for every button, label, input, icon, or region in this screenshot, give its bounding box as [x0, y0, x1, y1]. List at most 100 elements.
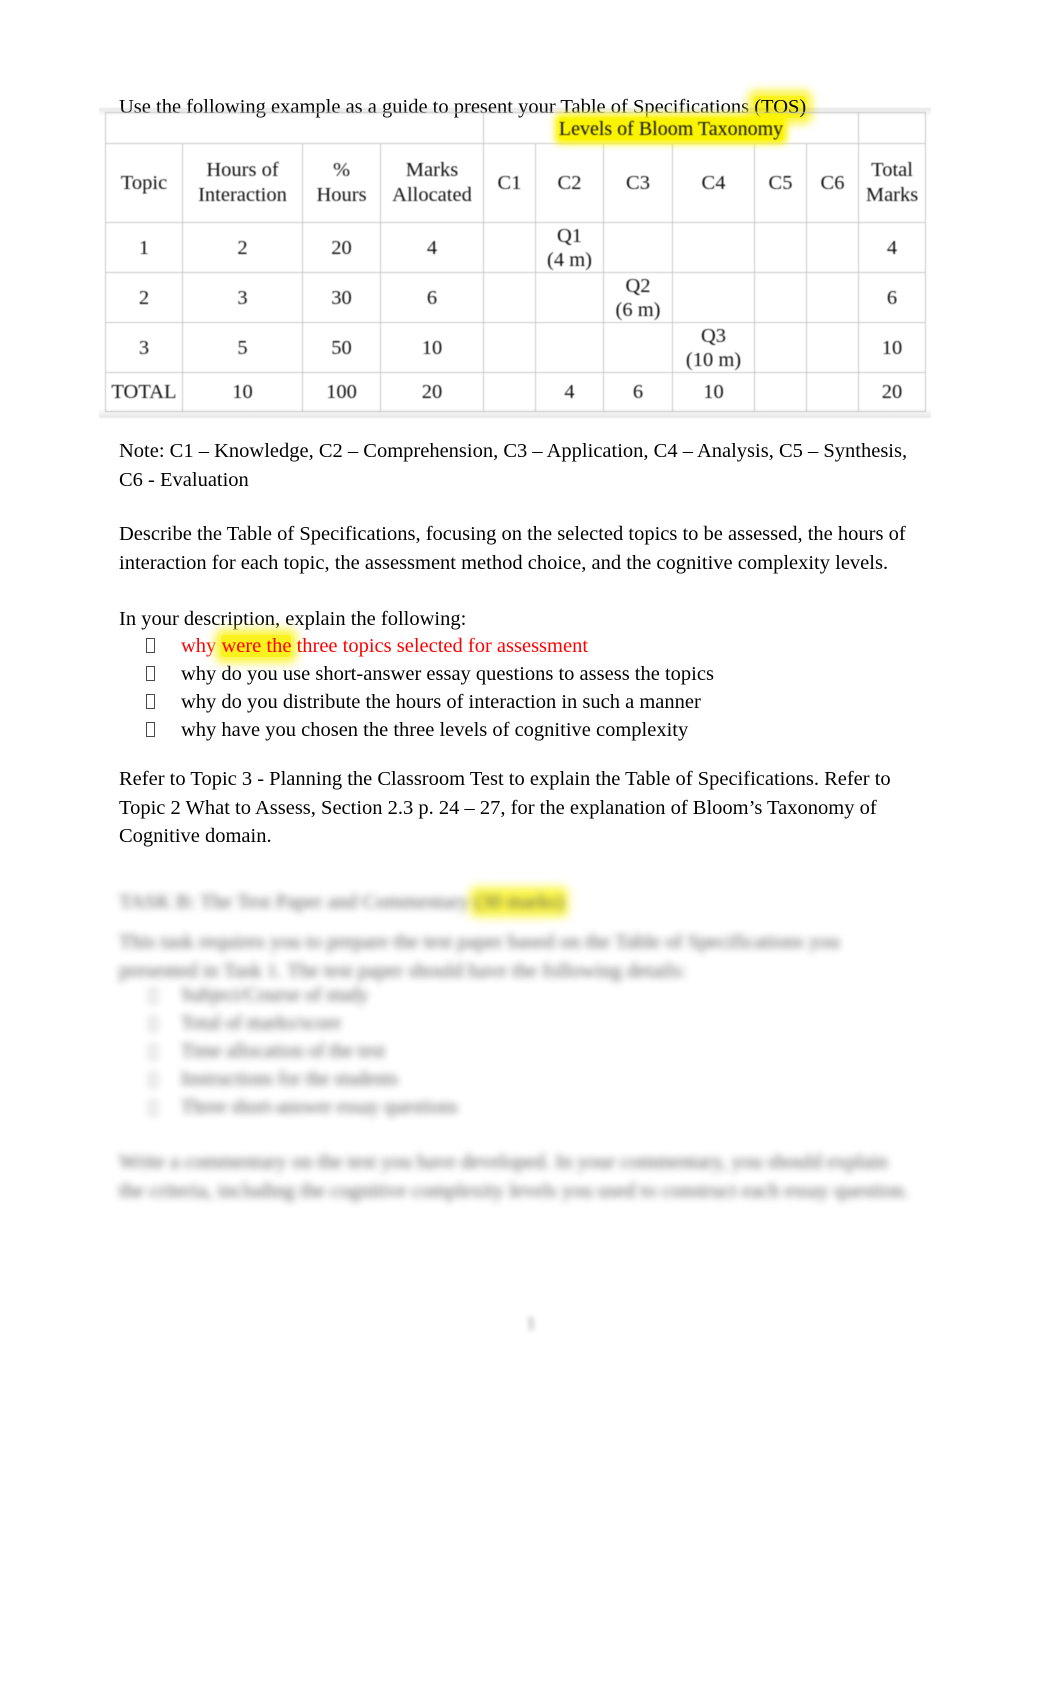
cell-total-c3: 6 — [603, 372, 673, 412]
bloom-group-header: Levels of Bloom Taxonomy — [482, 112, 860, 144]
bullet-box-icon — [149, 1101, 157, 1115]
cell-total-c1 — [483, 372, 536, 412]
cell-c6 — [805, 322, 860, 373]
col-header-marks-allocated: Marks Allocated — [380, 143, 484, 223]
table-header-row: Topic Hours of Interaction % Hours Marks… — [105, 143, 927, 223]
table-row: 1 2 20 4 Q1 (4 m) 4 — [105, 222, 927, 273]
table-total-row: TOTAL 10 100 20 4 6 10 20 — [105, 372, 927, 412]
table-row: 3 5 50 10 Q3 (10 m) 10 — [105, 322, 927, 373]
cell-c2-question: Q1 (4 m) — [535, 222, 604, 273]
bullet-text: Time allocation of the test — [181, 1041, 385, 1062]
document-page: Use the following example as a guide to … — [0, 0, 1062, 1691]
bullet-prefix: why — [181, 635, 222, 657]
col-header-c6: C6 — [805, 143, 860, 223]
cell-topic: 3 — [105, 322, 183, 373]
bloom-legend-note: Note: C1 – Knowledge, C2 – Comprehension… — [119, 440, 908, 491]
list-item: Time allocation of the test — [119, 1038, 909, 1066]
bullet-text: Subject/Course of study — [181, 985, 369, 1006]
obscured-heading-highlight: (30 marks) — [474, 891, 564, 913]
explain-questions-list: why were the three topics selected for a… — [119, 632, 909, 744]
question-marks: (10 m) — [685, 348, 742, 371]
describe-paragraph: Describe the Table of Specifications, fo… — [119, 523, 906, 574]
col-header-c5: C5 — [754, 143, 807, 223]
table-of-specifications: Levels of Bloom Taxonomy Topic Hours of … — [99, 108, 931, 418]
in-your-description-line: In your description, explain the followi… — [119, 608, 467, 630]
cell-c2 — [535, 322, 604, 373]
cell-marks-allocated: 6 — [380, 272, 484, 323]
obscured-heading: TASK B: The Test Paper and Commentary (3… — [119, 888, 909, 917]
cell-total-c4: 10 — [672, 372, 755, 412]
total-line-1: Total — [871, 159, 913, 181]
marks-line-1: Marks — [405, 159, 459, 181]
bullet-text: Total of marks/score — [181, 1013, 341, 1034]
col-header-topic: Topic — [105, 143, 183, 223]
cell-c5 — [754, 272, 807, 323]
page-number: 1 — [526, 1313, 536, 1333]
bullet-box-icon — [146, 638, 155, 653]
question-marks: (4 m) — [547, 248, 592, 271]
bullet-box-icon — [146, 722, 155, 737]
cell-marks-allocated: 4 — [380, 222, 484, 273]
table-row: 2 3 30 6 Q2 (6 m) 6 — [105, 272, 927, 323]
bullet-box-icon — [146, 694, 155, 709]
cell-c1 — [483, 272, 536, 323]
cell-c3-question: Q2 (6 m) — [603, 272, 673, 323]
cell-total-marks: 10 — [858, 322, 927, 373]
list-item: Instructions for the students — [119, 1066, 909, 1094]
cell-c5 — [754, 322, 807, 373]
cell-pct-hours: 30 — [302, 272, 381, 323]
cell-hours: 2 — [182, 222, 303, 273]
bullet-suffix: three topics selected for assessment — [291, 635, 589, 657]
cell-total-marks: 6 — [858, 272, 927, 323]
bullet-box-icon — [149, 1073, 157, 1087]
list-item: Total of marks/score — [119, 1010, 909, 1038]
hours-line-1: Hours of — [206, 159, 279, 181]
obscured-paragraph: This task requires you to prepare the te… — [119, 931, 840, 982]
refer-paragraph: Refer to Topic 3 - Planning the Classroo… — [119, 768, 891, 847]
cell-total-total-marks: 20 — [858, 372, 927, 412]
cell-c4-question: Q3 (10 m) — [672, 322, 755, 373]
cell-c4 — [672, 222, 755, 273]
col-header-c1: C1 — [483, 143, 536, 223]
cell-c2 — [535, 272, 604, 323]
col-header-percent-hours: % Hours — [302, 143, 381, 223]
bullet-box-icon — [149, 1045, 157, 1059]
cell-total-marks-allocated: 20 — [380, 372, 484, 412]
bullet-box-icon — [146, 666, 155, 681]
col-header-c2: C2 — [535, 143, 604, 223]
bullet-text: why have you chosen the three levels of … — [181, 719, 689, 741]
list-item: why were the three topics selected for a… — [119, 632, 909, 660]
question-label: Q3 — [700, 324, 727, 347]
cell-total-pct-hours: 100 — [302, 372, 381, 412]
cell-total-marks: 4 — [858, 222, 927, 273]
cell-pct-hours: 50 — [302, 322, 381, 373]
cell-c5 — [754, 222, 807, 273]
question-label: Q1 — [556, 224, 583, 247]
marks-line-2: Allocated — [392, 184, 472, 206]
col-header-total-marks: Total Marks — [858, 143, 927, 223]
table-group-header-row: Levels of Bloom Taxonomy — [105, 112, 927, 144]
list-item: Three short-answer essay questions — [119, 1094, 909, 1122]
bullet-box-icon — [149, 989, 157, 1003]
cell-c6 — [805, 272, 860, 323]
bullet-highlight: were the — [221, 635, 292, 657]
cell-c3 — [603, 222, 673, 273]
cell-c1 — [483, 222, 536, 273]
cell-total-label: TOTAL — [105, 372, 183, 412]
cell-hours: 3 — [182, 272, 303, 323]
total-line-2: Marks — [865, 184, 919, 206]
group-header-spacer — [105, 112, 484, 144]
cell-topic: 1 — [105, 222, 183, 273]
cell-total-c6 — [805, 372, 860, 412]
list-item: Subject/Course of study — [119, 982, 909, 1010]
question-label: Q2 — [625, 274, 651, 297]
group-header-spacer-right — [858, 112, 927, 144]
list-item: why have you chosen the three levels of … — [119, 716, 909, 744]
cell-c6 — [805, 222, 860, 273]
pct-line-2: Hours — [316, 184, 367, 206]
bullet-text: why do you use short-answer essay questi… — [181, 663, 714, 685]
pct-line-1: % — [332, 159, 351, 181]
col-header-hours-of-interaction: Hours of Interaction — [182, 143, 303, 223]
bloom-taxonomy-label: Levels of Bloom Taxonomy — [558, 117, 784, 140]
tos-table: Levels of Bloom Taxonomy Topic Hours of … — [105, 112, 927, 412]
